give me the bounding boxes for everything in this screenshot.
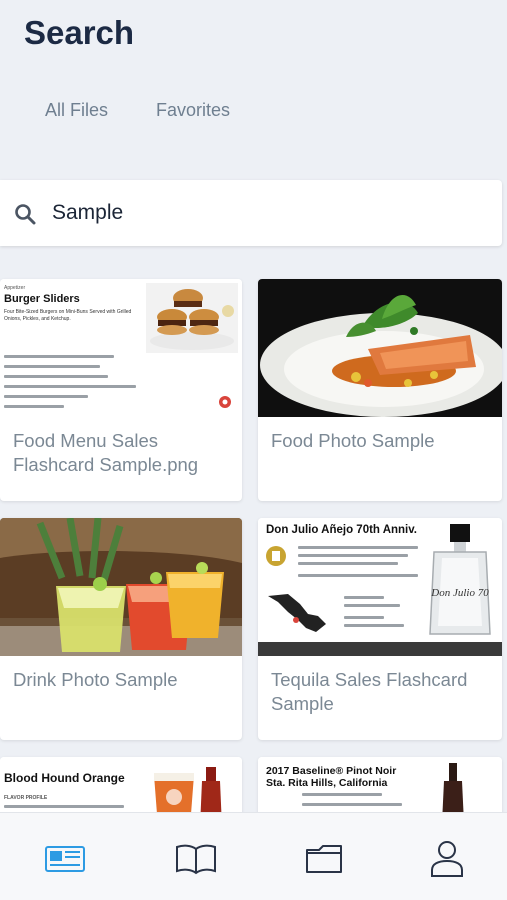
wine-bottle-image xyxy=(442,763,464,817)
flashcard-subheading: Sta. Rita Hills, California xyxy=(266,777,388,789)
result-label: Food Menu Sales Flashcard Sample.png xyxy=(13,430,199,475)
nav-files[interactable] xyxy=(302,837,346,881)
news-icon xyxy=(45,846,85,872)
food-photo-thumbnail xyxy=(258,279,502,417)
folder-icon xyxy=(306,845,342,873)
tab-all-files[interactable]: All Files xyxy=(45,100,108,121)
flashcard-thumbnail: 2017 Baseline® Pinot Noir Sta. Rita Hill… xyxy=(258,757,502,817)
flashcard-category: Appetizer xyxy=(4,285,26,291)
result-card[interactable]: 2017 Baseline® Pinot Noir Sta. Rita Hill… xyxy=(258,757,502,817)
allergy-badge-icon xyxy=(219,396,231,408)
tab-favorites[interactable]: Favorites xyxy=(156,100,230,121)
flashcard-subheading: FLAVOR PROFILE xyxy=(4,795,48,801)
result-label: Food Photo Sample xyxy=(271,430,435,451)
beer-image xyxy=(154,767,222,817)
flashcard-heading: 2017 Baseline® Pinot Noir xyxy=(266,765,397,777)
nav-profile[interactable] xyxy=(425,837,469,881)
bottle-image: Don Julio 70 xyxy=(429,524,491,635)
bottle-label: Don Julio 70 xyxy=(430,587,489,599)
result-label: Tequila Sales Flashcard Sample xyxy=(271,669,468,714)
page-title: Search xyxy=(24,14,135,51)
result-card[interactable]: Appetizer Burger Sliders Four Bite-Sized… xyxy=(0,279,242,501)
slider-burger-image xyxy=(146,283,238,353)
result-label: Drink Photo Sample xyxy=(13,669,178,690)
result-card[interactable]: Drink Photo Sample xyxy=(0,518,242,740)
search-bar xyxy=(0,180,502,246)
flashcard-subheading: Four Bite-Sized Burgers on Mini-Buns Ser… xyxy=(4,309,132,322)
drink-photo-thumbnail xyxy=(0,518,242,656)
flashcard-thumbnail: Appetizer Burger Sliders Four Bite-Sized… xyxy=(0,279,242,417)
profile-icon xyxy=(431,841,463,877)
bottom-nav xyxy=(0,812,507,900)
flashcard-heading: Don Julio Añejo 70th Anniv. xyxy=(266,524,417,536)
flashcard-thumbnail: Blood Hound Orange FLAVOR PROFILE xyxy=(0,757,242,817)
mexico-map-icon xyxy=(268,594,326,632)
book-icon xyxy=(176,844,216,875)
flashcard-footer xyxy=(258,642,502,656)
result-card[interactable]: Blood Hound Orange FLAVOR PROFILE xyxy=(0,757,242,817)
nav-library[interactable] xyxy=(174,837,218,881)
flashcard-heading: Blood Hound Orange xyxy=(4,771,125,785)
search-input[interactable] xyxy=(52,198,472,228)
flashcard-heading: Burger Sliders xyxy=(4,293,80,305)
result-card[interactable]: Food Photo Sample xyxy=(258,279,502,501)
tequila-agave-icon xyxy=(266,546,286,566)
nav-news[interactable] xyxy=(43,837,87,881)
flashcard-thumbnail: Don Julio Añejo 70th Anniv. Don Julio 70 xyxy=(258,518,502,656)
result-card[interactable]: Don Julio Añejo 70th Anniv. Don Julio 70… xyxy=(258,518,502,740)
search-icon[interactable] xyxy=(14,203,36,225)
